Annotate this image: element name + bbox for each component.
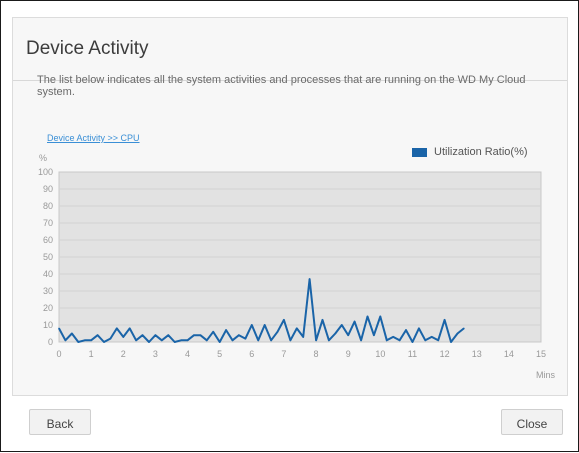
dialog-title: Device Activity: [26, 38, 149, 59]
legend-label: Utilization Ratio(%): [434, 146, 528, 158]
device-activity-dialog: Device Activity The list below indicates…: [0, 0, 579, 452]
back-button[interactable]: Back: [29, 409, 91, 435]
chart-legend: Utilization Ratio(%): [412, 145, 528, 159]
close-button[interactable]: Close: [501, 409, 563, 435]
breadcrumb-device-activity-cpu[interactable]: Device Activity >> CPU: [47, 133, 140, 143]
description-text: The list below indicates all the system …: [37, 74, 526, 98]
legend-swatch: [412, 147, 427, 157]
